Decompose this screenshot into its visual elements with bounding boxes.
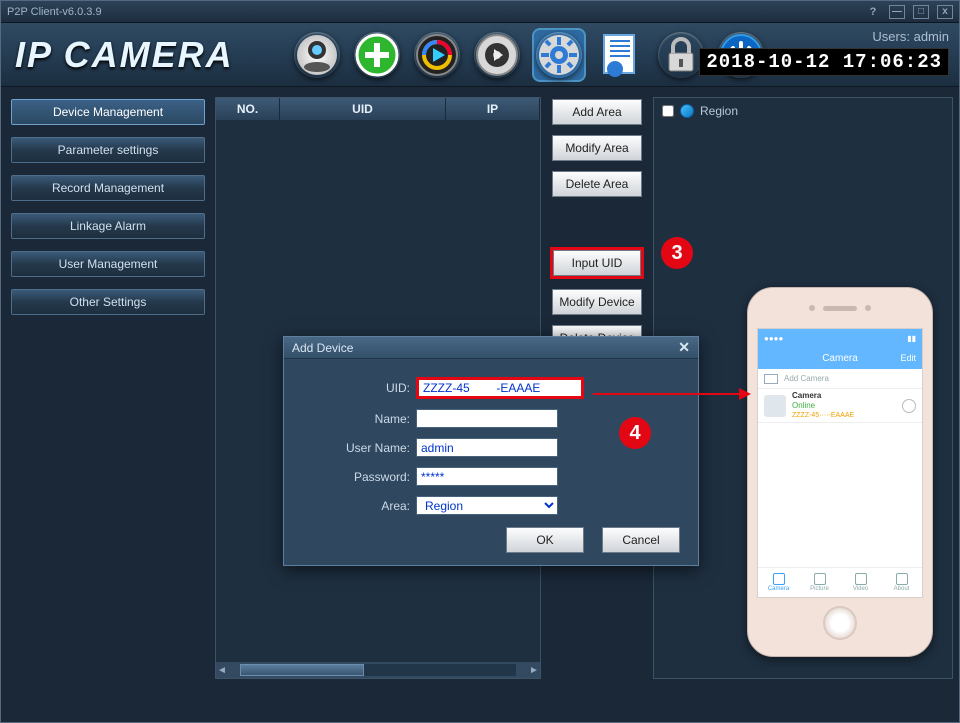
phone-tabbar: Camera Picture Video About	[758, 567, 922, 597]
phone-gear-icon[interactable]	[902, 399, 916, 413]
header-right: Users: admin 2018-10-12 17:06:23	[699, 29, 949, 76]
area-label: Area:	[302, 499, 410, 513]
add-icon[interactable]	[354, 32, 400, 78]
annotation-arrow	[593, 393, 749, 395]
sidebar-item-user-management[interactable]: User Management	[11, 251, 205, 277]
col-ip[interactable]: IP	[446, 98, 540, 120]
sidebar-item-device-management[interactable]: Device Management	[11, 99, 205, 125]
col-uid[interactable]: UID	[280, 98, 446, 120]
password-label: Password:	[302, 470, 410, 484]
uid-label: UID:	[302, 381, 410, 395]
settings-gear-icon	[536, 32, 582, 78]
phone-camera-name: Camera	[792, 391, 854, 401]
scroll-left-icon[interactable]: ◄	[216, 665, 228, 676]
tree-root-label: Region	[700, 104, 738, 118]
scroll-thumb[interactable]	[240, 664, 364, 676]
add-device-dialog: Add Device ✕ UID: Name: User Name: Passw…	[283, 336, 699, 566]
dialog-row-area: Area: Region	[302, 496, 680, 515]
phone-tab-camera[interactable]: Camera	[758, 568, 799, 597]
input-uid-highlight: Input UID	[550, 247, 644, 279]
phone-add-camera-row[interactable]: Add Camera	[758, 369, 922, 389]
phone-tab-video[interactable]: Video	[840, 568, 881, 597]
name-label: Name:	[302, 412, 410, 426]
name-input[interactable]	[416, 409, 558, 428]
phone-camera-row[interactable]: Camera Online ZZZZ-45····-EAAAE	[758, 389, 922, 423]
sidebar: Device Management Parameter settings Rec…	[1, 87, 215, 722]
scroll-right-icon[interactable]: ►	[528, 665, 540, 676]
tree-root-checkbox[interactable]	[662, 105, 674, 117]
modify-area-button[interactable]: Modify Area	[552, 135, 642, 161]
dialog-footer: OK Cancel	[284, 519, 698, 565]
ok-button[interactable]: OK	[506, 527, 584, 553]
lock-icon[interactable]	[658, 32, 704, 78]
globe-icon	[680, 104, 694, 118]
settings-tab-active[interactable]	[534, 30, 584, 80]
password-input[interactable]	[416, 467, 558, 486]
user-input[interactable]	[416, 438, 558, 457]
dialog-title: Add Device	[292, 341, 353, 355]
dialog-row-password: Password:	[302, 467, 680, 486]
disc-icon[interactable]	[474, 32, 520, 78]
phone-home-button[interactable]	[823, 606, 857, 640]
phone-tab-picture[interactable]: Picture	[799, 568, 840, 597]
window-controls: ? — □ x	[865, 5, 953, 19]
close-icon[interactable]: x	[937, 5, 953, 19]
tree-root-node[interactable]: Region	[662, 104, 944, 118]
app-logo: IP CAMERA	[11, 34, 234, 76]
phone-camera-thumb-icon	[764, 395, 786, 417]
cancel-button[interactable]: Cancel	[602, 527, 680, 553]
help-icon[interactable]: ?	[865, 5, 881, 19]
uid-input[interactable]	[416, 377, 584, 399]
dialog-close-icon[interactable]: ✕	[678, 339, 690, 356]
phone-mockup: ●●●●▮▮ Camera Edit Add Camera Camera Onl…	[747, 287, 933, 657]
device-list-header: NO. UID IP	[216, 98, 540, 120]
dialog-row-uid: UID:	[302, 377, 680, 399]
add-area-button[interactable]: Add Area	[552, 99, 642, 125]
horizontal-scrollbar[interactable]: ◄ ►	[216, 662, 540, 678]
annotation-callout-4: 4	[619, 417, 651, 449]
phone-status-bar: ●●●●▮▮	[758, 329, 922, 347]
camera-icon[interactable]	[294, 32, 340, 78]
window-title: P2P Client-v6.0.3.9	[7, 6, 102, 18]
phone-camera-uid: ZZZZ-45····-EAAAE	[792, 411, 854, 421]
modify-device-button[interactable]: Modify Device	[552, 289, 642, 315]
toolbar	[294, 30, 764, 80]
minimize-icon[interactable]: —	[889, 5, 905, 19]
phone-camera-text: Camera Online ZZZZ-45····-EAAAE	[792, 391, 854, 421]
user-label: User Name:	[302, 441, 410, 455]
phone-camera-status: Online	[792, 401, 854, 411]
phone-edit-link[interactable]: Edit	[900, 353, 916, 363]
area-select[interactable]: Region	[416, 496, 558, 515]
col-no[interactable]: NO.	[216, 98, 280, 120]
current-user-label: Users: admin	[699, 29, 949, 44]
phone-appbar-title: Camera	[822, 353, 858, 364]
phone-app-bar: Camera Edit	[758, 347, 922, 369]
phone-add-camera-label: Add Camera	[784, 374, 829, 383]
document-icon[interactable]	[598, 32, 644, 78]
sidebar-item-linkage-alarm[interactable]: Linkage Alarm	[11, 213, 205, 239]
app-header: IP CAMERA Users: admin 2018-10-	[1, 23, 959, 87]
phone-tab-about[interactable]: About	[881, 568, 922, 597]
scroll-track[interactable]	[240, 664, 516, 676]
clock: 2018-10-12 17:06:23	[699, 48, 949, 76]
maximize-icon[interactable]: □	[913, 5, 929, 19]
input-uid-button[interactable]: Input UID	[553, 250, 641, 276]
plus-icon	[764, 374, 778, 384]
annotation-callout-3: 3	[661, 237, 693, 269]
play-icon[interactable]	[414, 32, 460, 78]
sidebar-item-record-management[interactable]: Record Management	[11, 175, 205, 201]
delete-area-button[interactable]: Delete Area	[552, 171, 642, 197]
window-title-bar: P2P Client-v6.0.3.9 ? — □ x	[1, 1, 959, 23]
phone-screen: ●●●●▮▮ Camera Edit Add Camera Camera Onl…	[757, 328, 923, 598]
dialog-titlebar[interactable]: Add Device ✕	[284, 337, 698, 359]
sidebar-item-other-settings[interactable]: Other Settings	[11, 289, 205, 315]
sidebar-item-parameter-settings[interactable]: Parameter settings	[11, 137, 205, 163]
